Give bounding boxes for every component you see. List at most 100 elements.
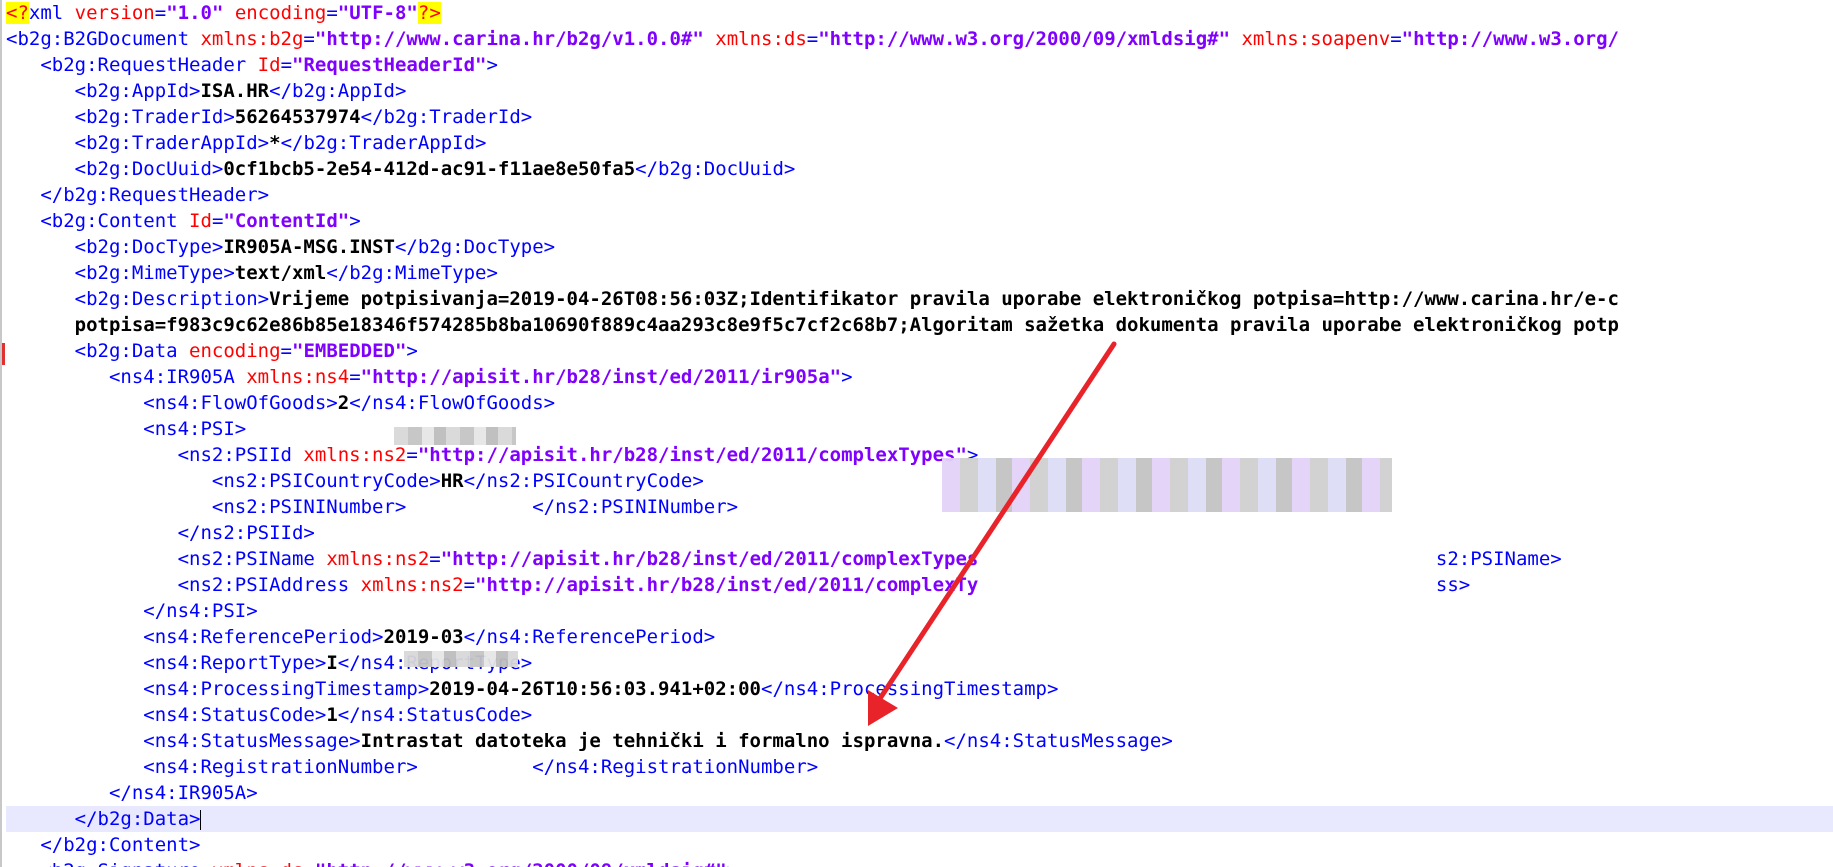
code-token: </ns4:PSI> [143, 600, 258, 622]
code-token: "http://apisit.hr/b28/inst/ed/2011/compl… [440, 548, 979, 570]
code-line[interactable]: <b2g:Content Id="ContentId"> [6, 208, 360, 234]
code-line[interactable]: <b2g:Data encoding="EMBEDDED"> [6, 338, 418, 364]
code-line[interactable]: <ns2:PSIName xmlns:ns2="http://apisit.hr… [6, 546, 1562, 572]
code-line[interactable]: <b2g:DocUuid>0cf1bcb5-2e54-412d-ac91-f11… [6, 156, 796, 182]
code-line[interactable]: <ns2:PSICountryCode>HR</ns2:PSICountryCo… [6, 468, 704, 494]
code-line[interactable]: <ns4:PSI> [6, 416, 246, 442]
code-token: ss> [1435, 574, 1471, 596]
code-token: <ns4:StatusCode> [143, 704, 327, 726]
code-line[interactable]: </b2g:Data> [6, 806, 1833, 832]
code-token: encoding [223, 2, 327, 24]
code-token: 2019-04-26T10:56:03.941+02:00 [429, 678, 761, 700]
code-line[interactable]: <ns4:IR905A xmlns:ns4="http://apisit.hr/… [6, 364, 853, 390]
code-token: ?> [417, 2, 441, 24]
code-token: xmlns:ns2 [291, 444, 407, 466]
code-token: "http://apisit.hr/b28/inst/ed/2011/compl… [417, 444, 967, 466]
code-line[interactable]: <b2g:AppId>ISA.HR</b2g:AppId> [6, 78, 407, 104]
code-token: </ns4:FlowOfGoods> [349, 392, 556, 414]
code-token: = [1390, 28, 1402, 50]
code-token: xmlns:ns2 [349, 574, 464, 596]
code-token: IR905A-MSG.INST [223, 236, 395, 258]
code-line[interactable]: potpisa=f983c9c62e86b85e18346f574285b8ba… [6, 312, 1619, 338]
xml-editor[interactable]: <?xml version="1.0" encoding="UTF-8"?> <b… [0, 0, 1833, 867]
code-token: "RequestHeaderId" [292, 54, 487, 76]
code-token: "EMBEDDED" [292, 340, 407, 362]
code-token: Id [177, 210, 212, 232]
code-line[interactable]: </ns4:IR905A> [6, 780, 258, 806]
code-line[interactable]: </b2g:RequestHeader> [6, 182, 269, 208]
code-token: <b2g:B2GDocument [6, 28, 190, 50]
code-line[interactable]: <ns2:PSIAddress xmlns:ns2="http://apisit… [6, 572, 1471, 598]
code-line[interactable]: <ns4:FlowOfGoods>2</ns4:FlowOfGoods> [6, 390, 555, 416]
code-token: > [406, 340, 418, 362]
code-line[interactable]: <b2g:Description>Vrijeme potpisivanja=20… [6, 286, 1619, 312]
code-token: </b2g:MimeType> [326, 262, 498, 284]
code-token: xmlns:ds [703, 28, 807, 50]
code-token: <b2g:TraderAppId> [74, 132, 270, 154]
code-line[interactable]: <ns4:ReferencePeriod>2019-03</ns4:Refere… [6, 624, 715, 650]
code-token: </ns4:StatusMessage> [944, 730, 1173, 752]
code-token: 2019-03 [383, 626, 464, 648]
code-token: <b2g:MimeType> [74, 262, 235, 284]
code-line[interactable]: <b2g:MimeType>text/xml</b2g:MimeType> [6, 260, 498, 286]
code-line[interactable]: <ns2:PSININumber> </ns2:PSININumber> [6, 494, 738, 520]
code-line[interactable]: <b2g:TraderId>56264537974</b2g:TraderId> [6, 104, 533, 130]
code-line[interactable]: <b2g:B2GDocument xmlns:b2g="http://www.c… [6, 26, 1619, 52]
code-token: <ns4:ReportType> [143, 652, 327, 674]
code-line[interactable]: <ns4:StatusCode>1</ns4:StatusCode> [6, 702, 532, 728]
text-caret [200, 809, 202, 830]
code-token: <ns4:PSI> [143, 418, 247, 440]
code-line[interactable]: <ns4:RegistrationNumber> </ns4:Registrat… [6, 754, 818, 780]
code-token: "http://www.w3.org/2000/09/xmldsig#" [315, 860, 727, 867]
code-token: <ns4:ReferencePeriod> [143, 626, 384, 648]
code-line[interactable]: <?xml version="1.0" encoding="UTF-8"?> [6, 0, 441, 26]
code-token: </b2g:DocUuid> [635, 158, 796, 180]
code-token: potpisa=f983c9c62e86b85e18346f574285b8ba… [6, 314, 1619, 336]
code-line[interactable]: <ns2:PSIId xmlns:ns2="http://apisit.hr/b… [6, 442, 979, 468]
code-token: = [349, 366, 361, 388]
code-token: </b2g:TraderId> [360, 106, 533, 128]
code-token: text/xml [234, 262, 327, 284]
code-line[interactable]: <b2g:RequestHeader Id="RequestHeaderId"> [6, 52, 498, 78]
code-token: </b2g:TraderAppId> [280, 132, 487, 154]
code-token: <ns2:PSIAddress [177, 574, 350, 596]
code-token: HR [440, 470, 464, 492]
code-token: </ns4:RegistrationNumber> [532, 756, 819, 778]
code-token: xmlns:ds [200, 860, 304, 867]
code-line[interactable]: <ns4:ProcessingTimestamp>2019-04-26T10:5… [6, 676, 1058, 702]
code-token: s2:PSIName> [1435, 548, 1562, 570]
code-line[interactable]: <b2g:DocType>IR905A-MSG.INST</b2g:DocTyp… [6, 234, 555, 260]
code-line[interactable]: <b2g:TraderAppId>*</b2g:TraderAppId> [6, 130, 487, 156]
code-token: 1 [326, 704, 338, 726]
code-line[interactable]: </b2g:Content> [6, 832, 200, 858]
code-token: Intrastat datoteka je tehnički i formaln… [360, 730, 945, 752]
code-line[interactable]: <b2g:Signature xmlns:ds="http://www.w3.o… [6, 858, 738, 867]
code-line[interactable]: </ns4:PSI> [6, 598, 258, 624]
code-token: "UTF-8" [337, 2, 418, 24]
code-token: Id [246, 54, 281, 76]
code-token: xmlns:ns2 [314, 548, 430, 570]
code-token: I [326, 652, 338, 674]
code-token: <ns4:FlowOfGoods> [143, 392, 338, 414]
code-token: <ns4:RegistrationNumber> [143, 756, 418, 778]
code-line[interactable]: <ns4:StatusMessage>Intrastat datoteka je… [6, 728, 1173, 754]
code-line[interactable]: </ns2:PSIId> [6, 520, 315, 546]
